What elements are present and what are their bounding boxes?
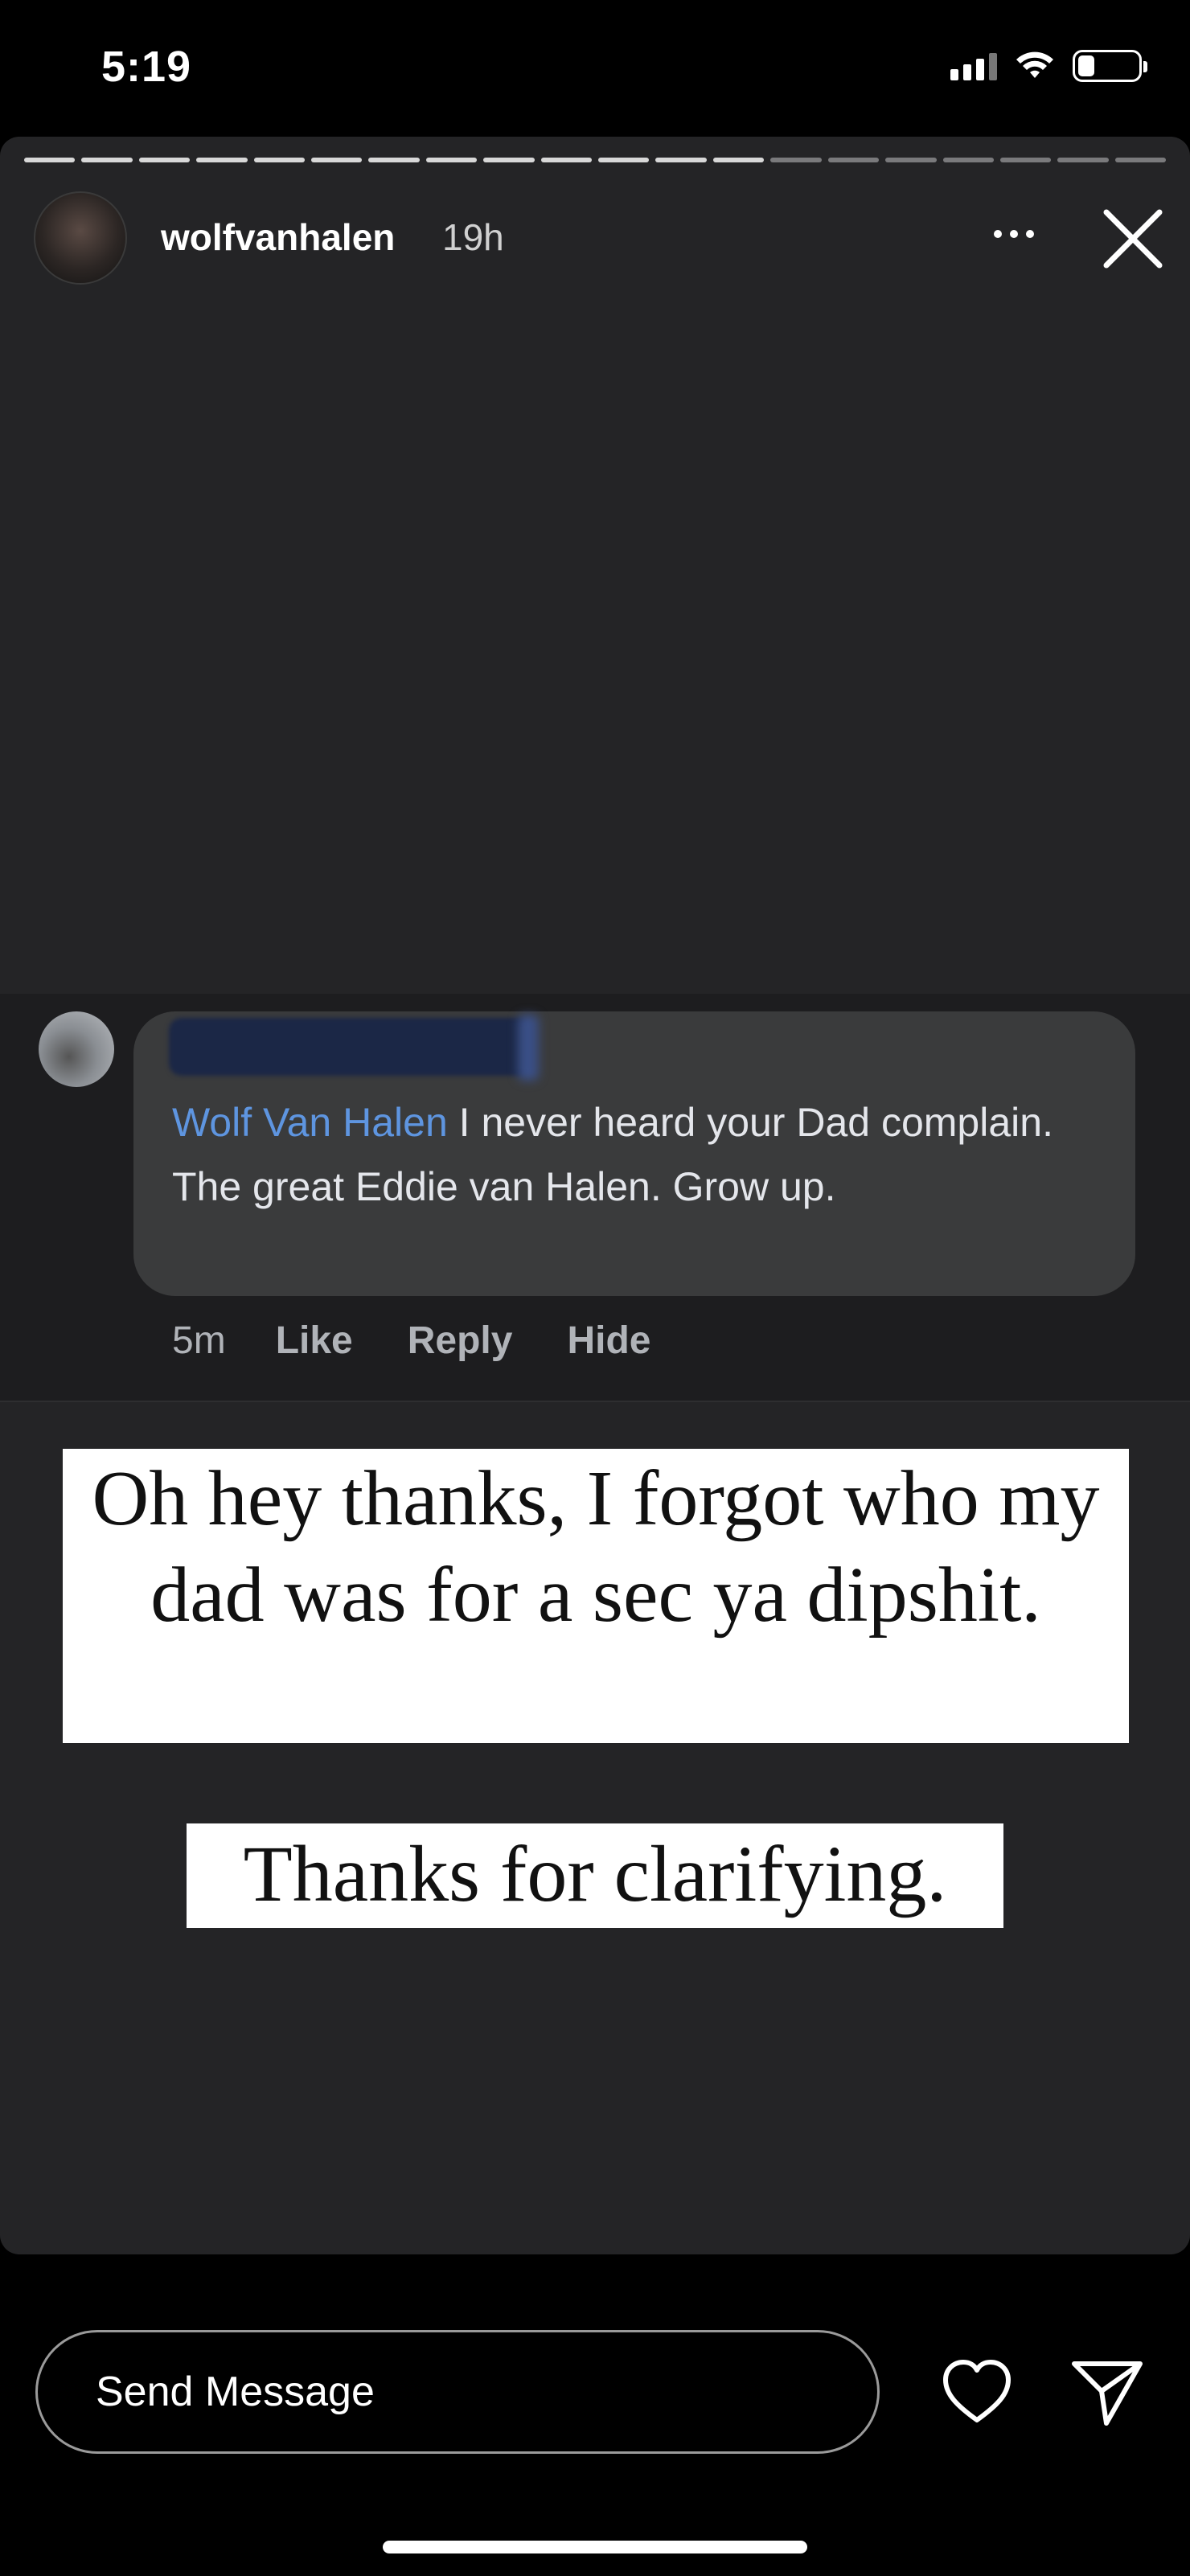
story-progress-segment xyxy=(712,158,765,162)
story-progress-segment xyxy=(483,158,535,162)
text-sticker-2: Thanks for clarifying. xyxy=(187,1823,1003,1928)
story-progress-segment xyxy=(81,158,133,162)
story-progress-segment xyxy=(598,158,650,162)
signal-icon xyxy=(950,51,997,80)
story-viewer[interactable]: wolfvanhalen 19h Wolf Van Halen I never … xyxy=(0,137,1190,2254)
story-progress-segment xyxy=(253,158,306,162)
story-progress-segment xyxy=(540,158,593,162)
comment-hide: Hide xyxy=(567,1319,651,1362)
comment-like: Like xyxy=(275,1319,353,1362)
status-icons xyxy=(950,50,1147,82)
comment-mention: Wolf Van Halen xyxy=(172,1100,448,1145)
text-sticker-1: Oh hey thanks, I forgot who my dad was f… xyxy=(63,1449,1129,1743)
redacted-name xyxy=(169,1018,531,1076)
story-progress-segment xyxy=(827,158,880,162)
comment-text: Wolf Van Halen I never heard your Dad co… xyxy=(172,1090,1105,1219)
story-progress-segment xyxy=(24,158,76,162)
story-progress-segment xyxy=(655,158,707,162)
commenter-avatar xyxy=(39,1011,114,1087)
wifi-icon xyxy=(1016,51,1053,78)
status-time: 5:19 xyxy=(101,43,192,91)
battery-icon xyxy=(1073,50,1147,82)
comment-screenshot: Wolf Van Halen I never heard your Dad co… xyxy=(0,994,1190,1402)
story-progress-segment xyxy=(425,158,478,162)
story-progress-segment xyxy=(770,158,822,162)
story-username[interactable]: wolfvanhalen xyxy=(161,215,395,259)
heart-icon[interactable] xyxy=(941,2357,1013,2426)
comment-bubble: Wolf Van Halen I never heard your Dad co… xyxy=(133,1011,1135,1296)
comment-reply: Reply xyxy=(407,1319,513,1362)
story-progress-segment xyxy=(1057,158,1109,162)
story-progress-segment xyxy=(942,158,994,162)
story-progress-segment xyxy=(885,158,937,162)
send-message-input[interactable] xyxy=(35,2330,880,2454)
story-progress-segment xyxy=(368,158,420,162)
close-icon[interactable] xyxy=(1097,203,1169,275)
avatar[interactable] xyxy=(34,191,127,285)
comment-actions: 5m Like Reply Hide xyxy=(172,1319,650,1363)
story-progress-segment xyxy=(1114,158,1167,162)
send-icon[interactable] xyxy=(1069,2356,1145,2428)
story-progress-segment xyxy=(138,158,191,162)
story-progress-segment xyxy=(311,158,363,162)
story-progress-segment xyxy=(999,158,1052,162)
story-time: 19h xyxy=(442,216,504,258)
more-icon[interactable] xyxy=(994,230,1034,238)
story-progress-bar xyxy=(24,158,1167,162)
home-indicator xyxy=(383,2541,807,2553)
comment-time: 5m xyxy=(172,1319,226,1362)
story-progress-segment xyxy=(196,158,248,162)
